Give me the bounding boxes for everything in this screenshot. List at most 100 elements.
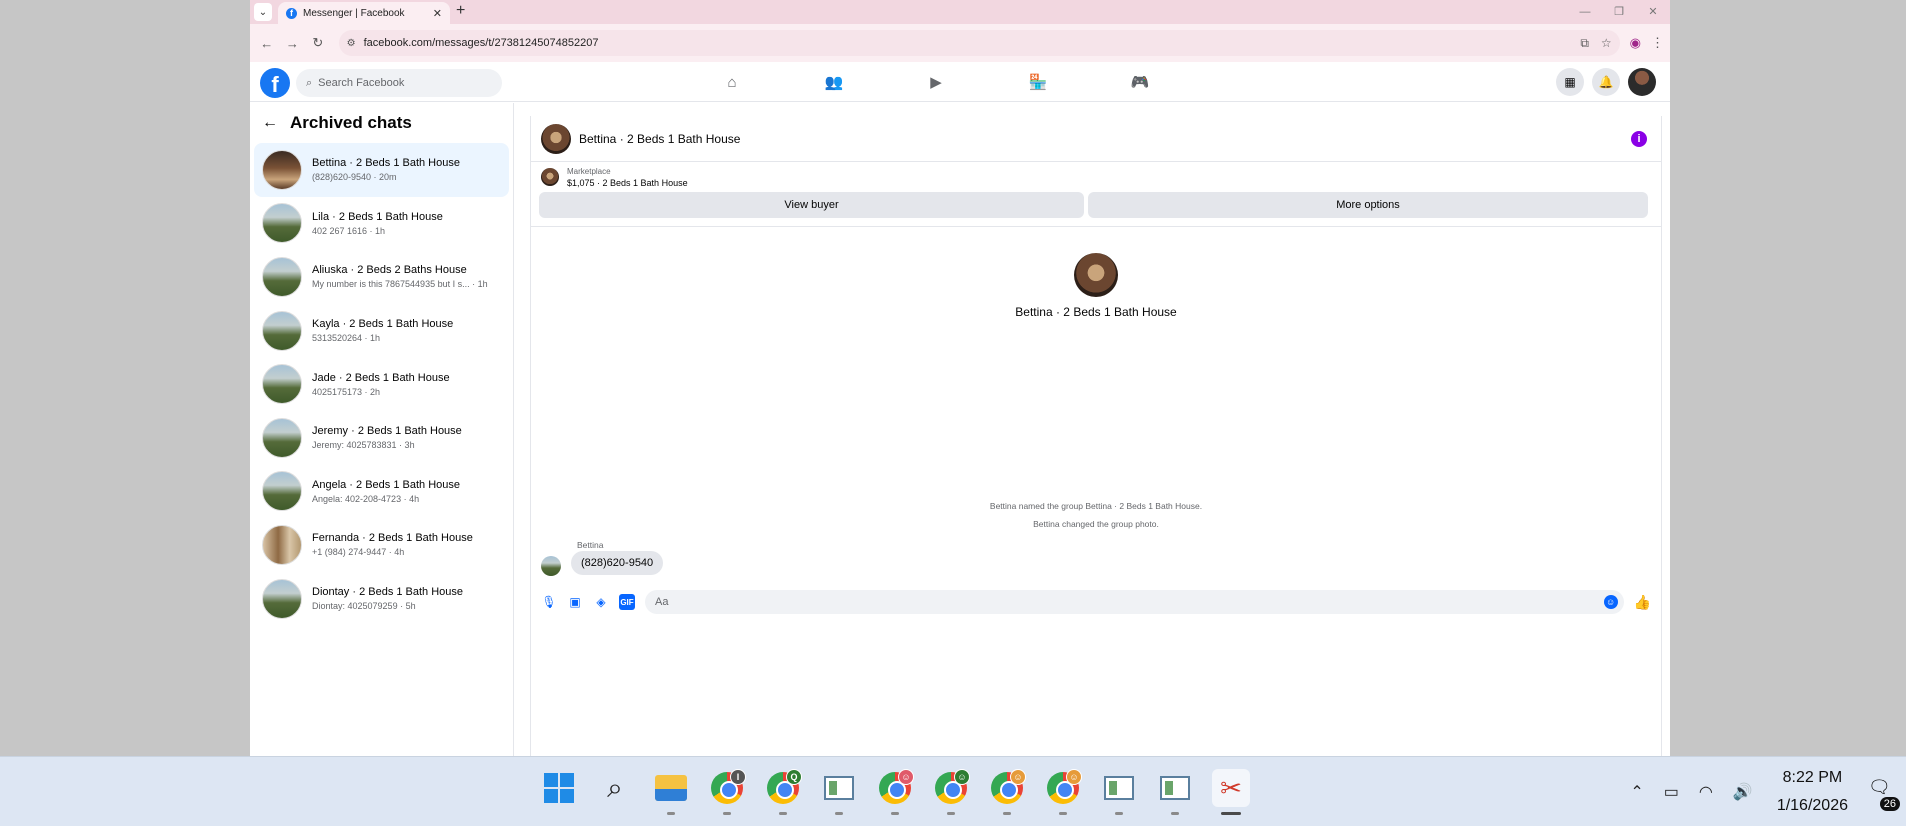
conversation-pane: Bettina · 2 Beds 1 Bath House i Marketpl…	[530, 116, 1662, 756]
chat-preview: 402 267 1616 · 1h	[312, 225, 386, 236]
restore-icon[interactable]: ❐	[1602, 0, 1636, 24]
spreadsheet-icon	[824, 776, 854, 800]
windows-logo-icon	[544, 773, 574, 803]
emoji-icon[interactable]: ☺	[1603, 595, 1618, 609]
chat-name: Fernanda · 2 Beds 1 Bath House	[312, 532, 473, 545]
spreadsheet-button[interactable]	[1156, 769, 1194, 815]
system-tray: ⌃ ▭ ◠ 🔊 8:22 PM 1/16/2026 🗨 26	[1620, 757, 1906, 826]
profile-icon[interactable]: ◉	[1630, 35, 1641, 51]
notification-count: 26	[1879, 797, 1900, 811]
home-icon[interactable]: ⌂	[720, 70, 744, 94]
clock[interactable]: 8:22 PM 1/16/2026	[1777, 769, 1848, 815]
message-composer: 🎙 ▣ ◈ GIF Aa ☺ 👍	[531, 586, 1661, 618]
message-input[interactable]: Aa ☺	[645, 590, 1624, 614]
taskbar-search-button[interactable]: ⌕	[596, 769, 634, 807]
close-window-icon[interactable]: ✕	[1636, 0, 1670, 24]
gaming-icon[interactable]: 🎮	[1128, 70, 1152, 94]
url-text[interactable]: facebook.com/messages/t/2738124507485220…	[364, 37, 1581, 49]
reload-icon[interactable]: ↻	[307, 35, 329, 51]
more-options-button[interactable]: More options	[1088, 192, 1648, 218]
omnibox[interactable]: ⚙ facebook.com/messages/t/27381245074852…	[338, 30, 1620, 56]
facebook-favicon-icon: f	[286, 7, 297, 19]
chat-item[interactable]: Aliuska · 2 Beds 2 Baths House My number …	[254, 250, 509, 304]
back-arrow-icon[interactable]: ←	[262, 114, 278, 132]
info-icon[interactable]: i	[1631, 131, 1647, 147]
chat-item[interactable]: Diontay · 2 Beds 1 Bath House Diontay: 40…	[254, 572, 509, 626]
marketplace-listing[interactable]: Marketplace $1,075 · 2 Beds 1 Bath House	[531, 162, 1661, 192]
spreadsheet-button[interactable]	[820, 769, 858, 815]
listing-price-title: $1,075 · 2 Beds 1 Bath House	[567, 177, 688, 188]
view-buyer-button[interactable]: View buyer	[539, 192, 1084, 218]
attach-photo-icon[interactable]: ▣	[567, 594, 583, 610]
new-tab-button[interactable]: +	[456, 2, 465, 20]
gif-icon[interactable]: GIF	[619, 594, 635, 610]
chrome-button[interactable]: ☺	[876, 769, 914, 815]
conversation-intro: Bettina · 2 Beds 1 Bath House	[531, 253, 1661, 319]
start-button[interactable]	[540, 769, 578, 807]
friends-icon[interactable]: 👥	[822, 70, 846, 94]
divider	[531, 226, 1661, 227]
battery-icon[interactable]: ▭	[1664, 782, 1679, 802]
close-tab-icon[interactable]: ✕	[433, 7, 442, 20]
minimize-icon[interactable]: —	[1568, 0, 1602, 24]
listing-thumbnail	[541, 168, 559, 186]
chat-name: Jeremy · 2 Beds 1 Bath House	[312, 425, 462, 438]
tab-search-button[interactable]: ⌄	[254, 3, 272, 21]
chevron-up-icon[interactable]: ⌃	[1630, 782, 1643, 802]
install-app-icon[interactable]: ⧉	[1580, 36, 1589, 51]
chat-item[interactable]: Angela · 2 Beds 1 Bath House Angela: 402-…	[254, 465, 509, 519]
chat-name: Lila · 2 Beds 1 Bath House	[312, 210, 443, 223]
clock-time: 8:22 PM	[1782, 769, 1843, 786]
chat-item[interactable]: Jade · 2 Beds 1 Bath House 4025175173 · 2…	[254, 357, 509, 411]
chat-item[interactable]: Bettina · 2 Beds 1 Bath House (828)620-95…	[254, 143, 509, 197]
message-bubble[interactable]: (828)620-9540	[571, 551, 664, 575]
message-placeholder: Aa	[655, 596, 669, 608]
chrome-button[interactable]: I	[708, 769, 746, 815]
chat-item[interactable]: Fernanda · 2 Beds 1 Bath House +1 (984) 2…	[254, 518, 509, 572]
browser-tab[interactable]: f Messenger | Facebook ✕	[278, 2, 450, 24]
chrome-button[interactable]: ☺	[932, 769, 970, 815]
microphone-icon[interactable]: 🎙	[541, 594, 557, 610]
chat-preview: (828)620-9540 · 20m	[312, 172, 397, 183]
conversation-avatar[interactable]	[541, 123, 571, 154]
folder-icon	[655, 775, 687, 801]
snipping-tool-button[interactable]: ✂	[1212, 769, 1250, 815]
site-info-icon[interactable]: ⚙	[347, 38, 356, 49]
chat-item[interactable]: Kayla · 2 Beds 1 Bath House 5313520264 · …	[254, 304, 509, 358]
file-explorer-button[interactable]	[652, 769, 690, 815]
facebook-search-input[interactable]: ⌕ Search Facebook	[296, 69, 502, 97]
account-avatar[interactable]	[1628, 68, 1656, 96]
chat-item[interactable]: Lila · 2 Beds 1 Bath House 402 267 1616 ·…	[254, 197, 509, 251]
menu-grid-icon[interactable]: ▦	[1556, 68, 1584, 96]
chat-thumbnail	[262, 471, 302, 512]
chrome-button[interactable]: ☺	[988, 769, 1026, 815]
notification-center-icon[interactable]: 🗨 26	[1868, 777, 1900, 811]
sender-avatar[interactable]	[541, 556, 561, 576]
browser-window: ⌄ f Messenger | Facebook ✕ + — ❐ ✕ ← → ↻…	[250, 0, 1670, 756]
back-icon[interactable]: ←	[256, 36, 278, 51]
search-placeholder: Search Facebook	[318, 77, 405, 89]
chrome-button[interactable]: Q	[764, 769, 802, 815]
profile-badge: I	[730, 769, 746, 785]
facebook-header: f ⌕ Search Facebook ⌂ 👥 ▶ 🏪 🎮 ▦ 🔔	[250, 62, 1670, 102]
wifi-icon[interactable]: ◠	[1699, 782, 1713, 802]
intro-avatar[interactable]	[1074, 253, 1118, 297]
marketplace-icon[interactable]: 🏪	[1026, 70, 1050, 94]
spreadsheet-icon	[1104, 776, 1134, 800]
chrome-button[interactable]: ☺	[1044, 769, 1082, 815]
forward-icon[interactable]: →	[282, 36, 304, 51]
volume-icon[interactable]: 🔊	[1733, 782, 1753, 802]
chat-preview: +1 (984) 274-9447 · 4h	[312, 547, 405, 558]
chat-item[interactable]: Jeremy · 2 Beds 1 Bath House Jeremy: 4025…	[254, 411, 509, 465]
video-icon[interactable]: ▶	[924, 70, 948, 94]
bookmark-star-icon[interactable]: ☆	[1601, 36, 1612, 51]
conversation-title[interactable]: Bettina · 2 Beds 1 Bath House	[579, 132, 740, 146]
tab-strip: ⌄ f Messenger | Facebook ✕ + — ❐ ✕	[250, 0, 1670, 24]
spreadsheet-button[interactable]	[1100, 769, 1138, 815]
thumbs-up-icon[interactable]: 👍	[1634, 594, 1651, 611]
facebook-logo-icon[interactable]: f	[260, 68, 290, 98]
sticker-icon[interactable]: ◈	[593, 594, 609, 610]
browser-menu-icon[interactable]: ⋮	[1651, 35, 1664, 51]
sidebar-header: ← Archived chats	[250, 103, 513, 143]
notifications-bell-icon[interactable]: 🔔	[1592, 68, 1620, 96]
